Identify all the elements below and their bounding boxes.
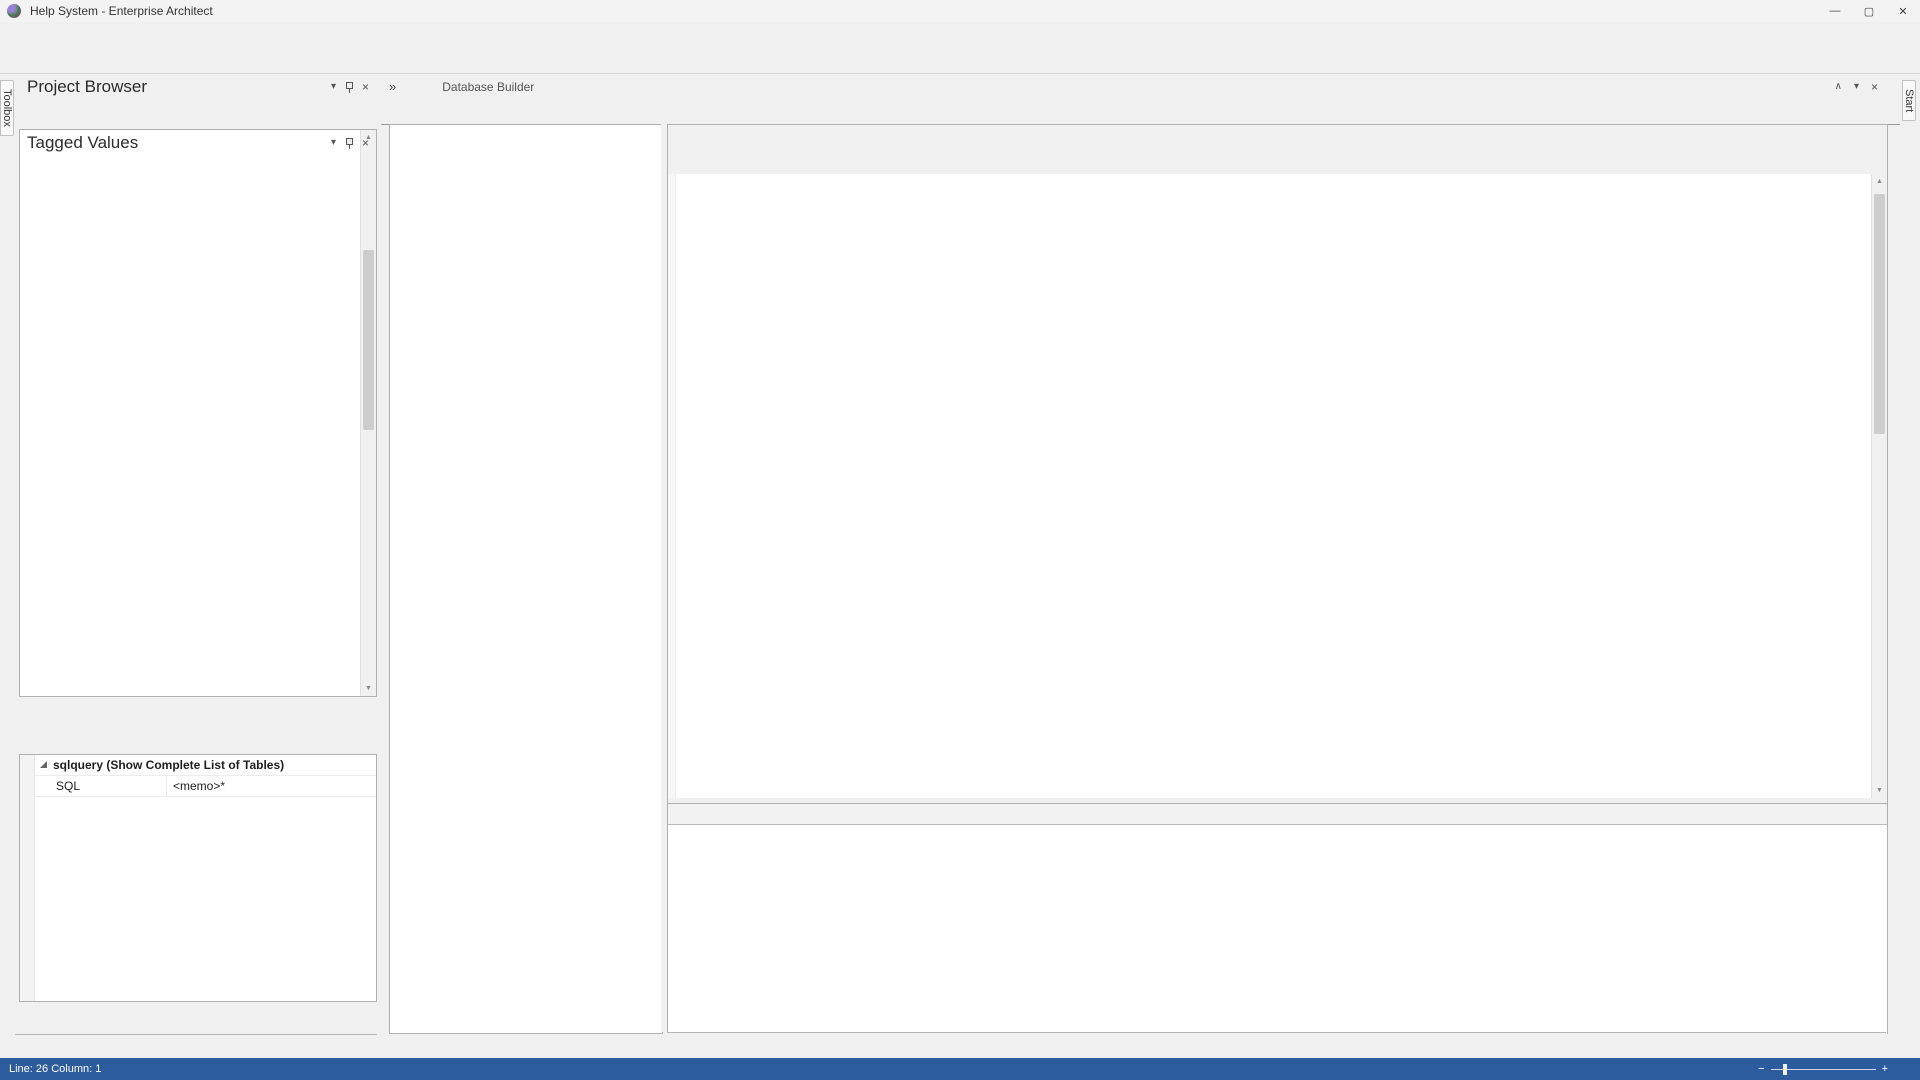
app-logo-icon	[7, 4, 21, 18]
tagged-values-close-icon[interactable]: ×	[362, 137, 369, 149]
project-browser-tree: ▲ ▼	[19, 129, 377, 697]
pane-close-icon[interactable]: ×	[1871, 81, 1878, 93]
results-grid	[668, 803, 1887, 1034]
scroll-down-icon[interactable]: ▼	[361, 681, 376, 696]
document-tabs	[381, 99, 1900, 125]
left-dock: Project Browser ▾ × ▲ ▼ Tagged Values ▾ …	[15, 74, 377, 1058]
editor-gutter	[668, 174, 676, 798]
caption-title: Database Builder	[442, 80, 534, 94]
toolbox-strip: Toolbox	[0, 74, 15, 1058]
tagged-values-header: Tagged Values ▾ ×	[15, 130, 377, 156]
scroll-thumb[interactable]	[363, 250, 374, 430]
cursor-position: Line: 26 Column: 1	[0, 1063, 101, 1075]
tagged-values-grid: sqlquery (Show Complete List of Tables) …	[19, 754, 377, 1002]
tag-row[interactable]: SQL <memo>*	[20, 776, 376, 797]
zoom-slider-thumb[interactable]	[1783, 1064, 1787, 1075]
status-bar: Line: 26 Column: 1 − +	[0, 1058, 1920, 1080]
tagged-values-pin-icon[interactable]	[345, 138, 353, 149]
tagged-values-menu-icon[interactable]: ▾	[331, 138, 336, 148]
editor-scrollbar[interactable]: ▲ ▼	[1871, 174, 1887, 798]
pane-menu-icon[interactable]: ▾	[1854, 82, 1859, 92]
caption-chevrons-icon[interactable]: »	[389, 79, 396, 94]
project-browser-title: Project Browser	[27, 77, 147, 97]
maximize-button[interactable]: ▢	[1852, 0, 1886, 22]
menu-bar	[0, 22, 1920, 45]
database-builder-caption: » Database Builder ∧ ▾ ×	[381, 74, 1910, 99]
tag-group-label: sqlquery (Show Complete List of Tables)	[53, 758, 284, 772]
collapse-pane-icon[interactable]: ∧	[1835, 82, 1842, 92]
sql-editor[interactable]: ▲ ▼	[668, 174, 1887, 798]
scroll-thumb[interactable]	[1874, 194, 1885, 434]
minimize-button[interactable]: —	[1818, 0, 1852, 22]
document-area: » Database Builder ∧ ▾ × ▲ ▼	[381, 74, 1910, 1058]
project-browser-close-icon[interactable]: ×	[362, 81, 369, 93]
zoom-in-icon[interactable]: +	[1882, 1063, 1888, 1075]
tag-group-row[interactable]: sqlquery (Show Complete List of Tables)	[20, 755, 376, 776]
close-button[interactable]: ✕	[1886, 0, 1920, 22]
project-browser-pin-icon[interactable]	[345, 82, 353, 93]
tagged-values-title: Tagged Values	[27, 133, 138, 153]
sql-pad-toolbar	[668, 148, 1887, 175]
project-tree-scrollbar[interactable]: ▲ ▼	[360, 130, 376, 696]
database-builder-tree	[389, 124, 663, 1034]
tag-name: SQL	[20, 779, 166, 793]
zoom-slider[interactable]	[1771, 1069, 1876, 1070]
scroll-down-icon[interactable]: ▼	[1872, 783, 1887, 798]
project-browser-header: Project Browser ▾ ×	[15, 74, 377, 100]
left-dock-tabs	[15, 1034, 377, 1059]
window-title: Help System - Enterprise Architect	[30, 4, 213, 18]
sql-pad-tabs	[668, 125, 1887, 149]
zoom-out-icon[interactable]: −	[1758, 1063, 1764, 1075]
collapse-triangle-icon[interactable]	[40, 761, 47, 768]
main-toolbar	[0, 45, 1920, 74]
toolbox-tab[interactable]: Toolbox	[0, 80, 14, 136]
tagged-values-gutter	[20, 755, 35, 1001]
scroll-up-icon[interactable]: ▲	[1872, 174, 1887, 189]
results-tabs	[667, 1032, 1886, 1057]
sql-workspace: ▲ ▼	[667, 124, 1888, 1034]
zoom-control: − +	[1758, 1063, 1888, 1075]
title-bar: Help System - Enterprise Architect — ▢ ✕	[0, 0, 1920, 23]
tag-value[interactable]: <memo>*	[166, 776, 376, 796]
project-browser-toolbar	[15, 100, 377, 127]
project-browser-menu-icon[interactable]: ▾	[331, 82, 336, 92]
